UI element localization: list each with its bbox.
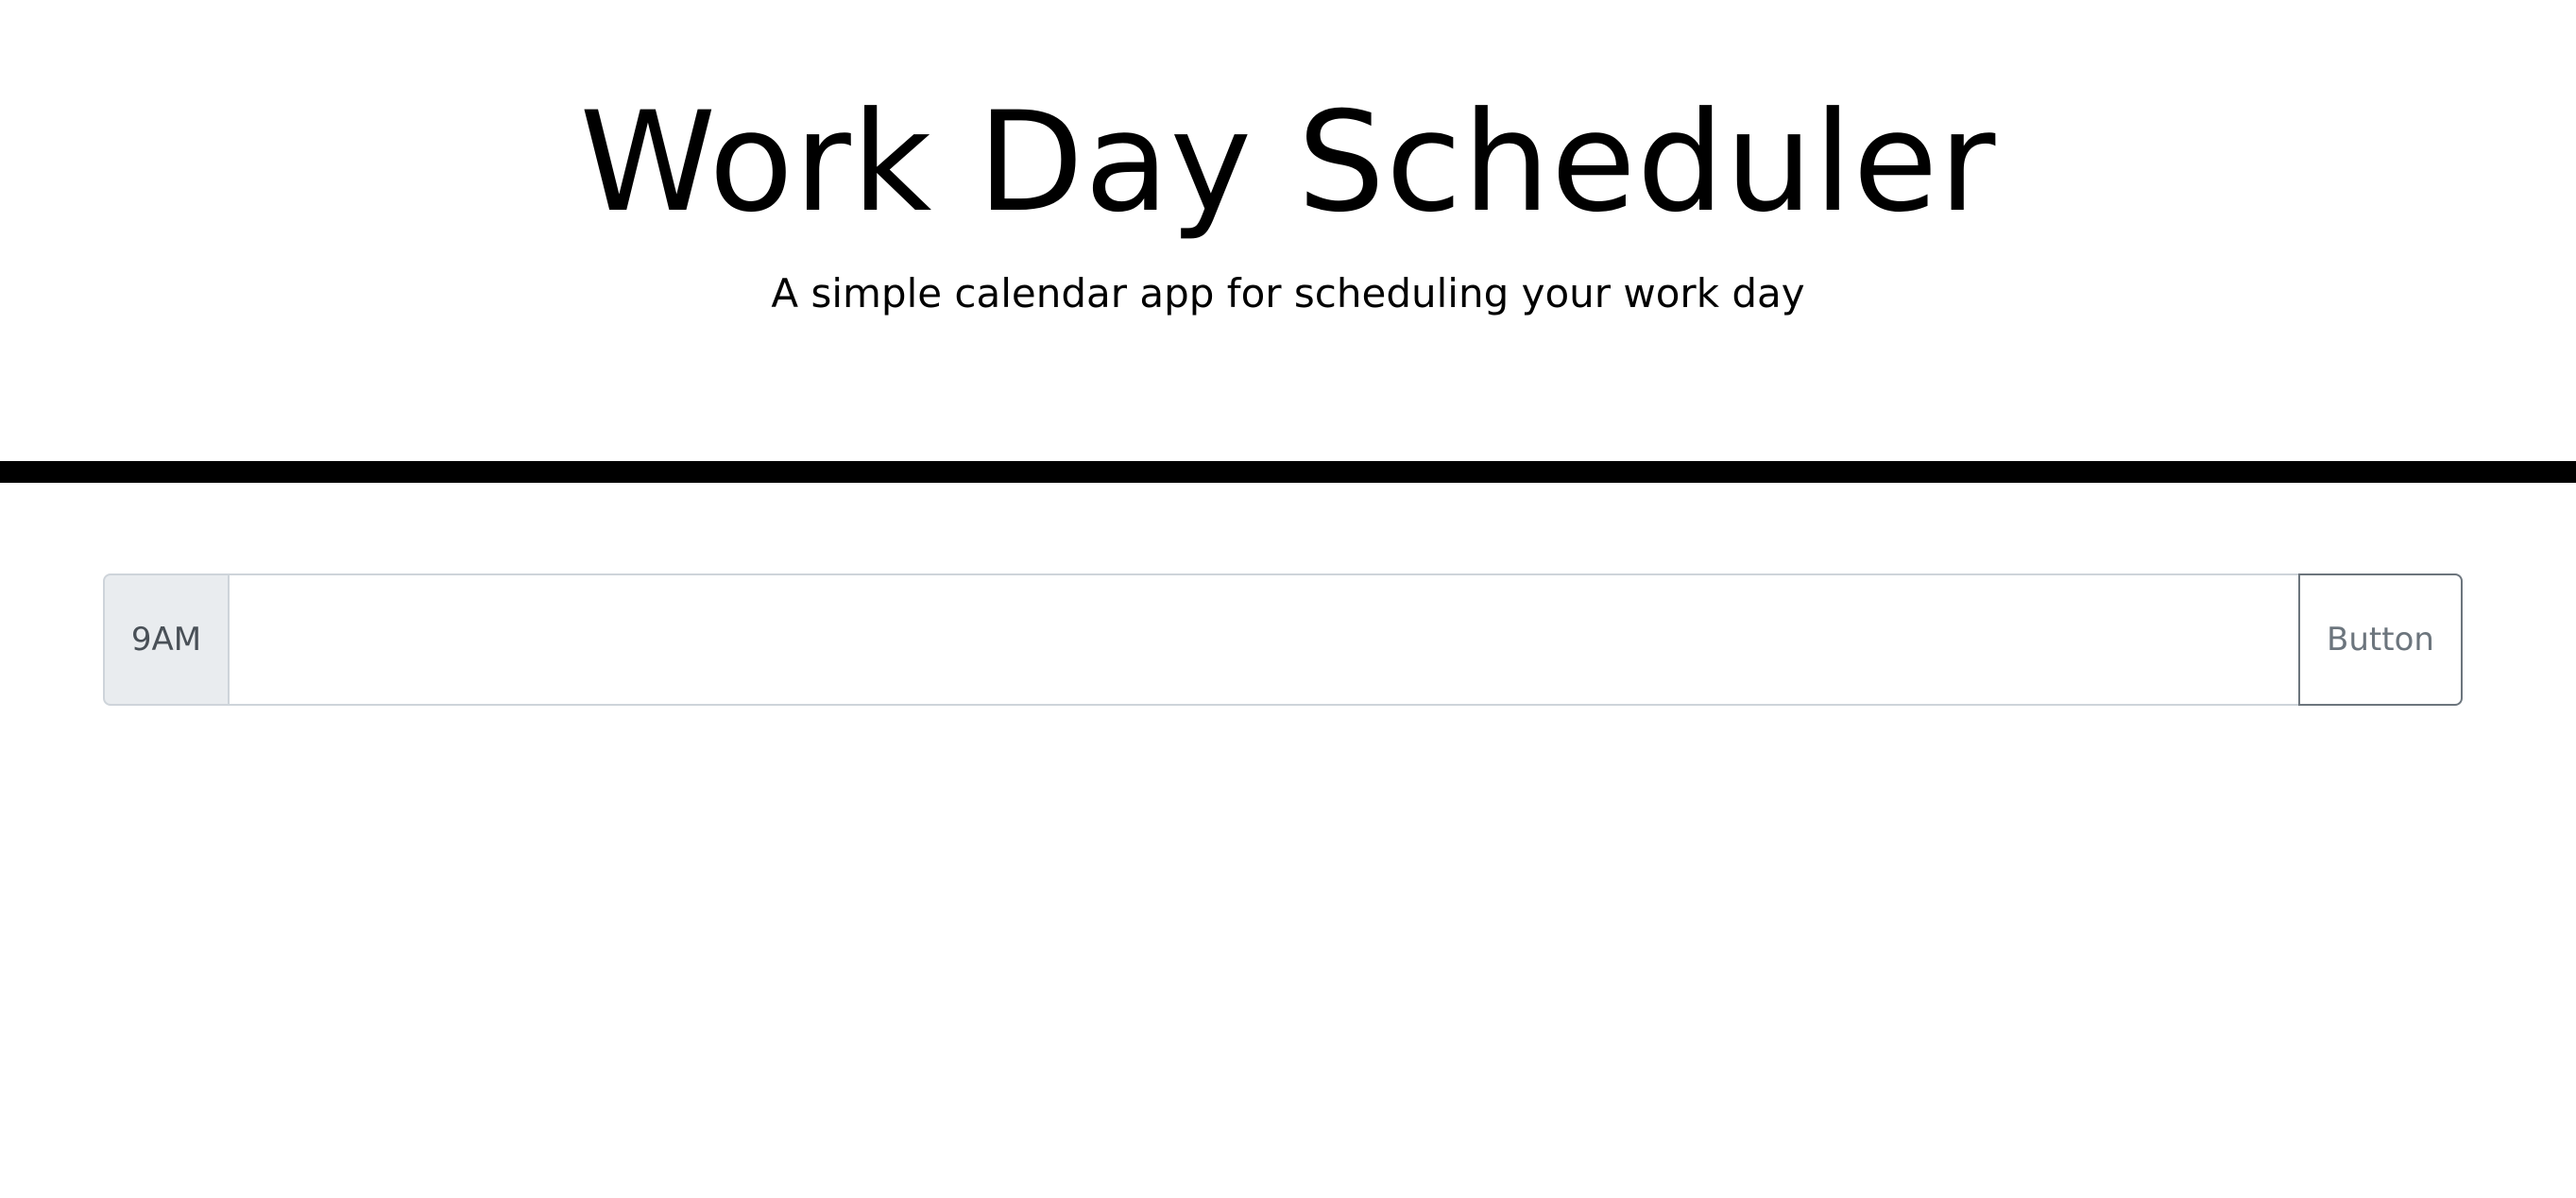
header-jumbotron: Work Day Scheduler A simple calendar app…	[0, 0, 2576, 483]
event-description-input[interactable]	[229, 573, 2298, 706]
time-block-row: 9AM Button	[103, 573, 2463, 706]
page-title: Work Day Scheduler	[579, 82, 1997, 243]
hour-label: 9AM	[103, 573, 229, 706]
save-button[interactable]: Button	[2298, 573, 2463, 706]
page-subtitle: A simple calendar app for scheduling you…	[771, 270, 1805, 317]
